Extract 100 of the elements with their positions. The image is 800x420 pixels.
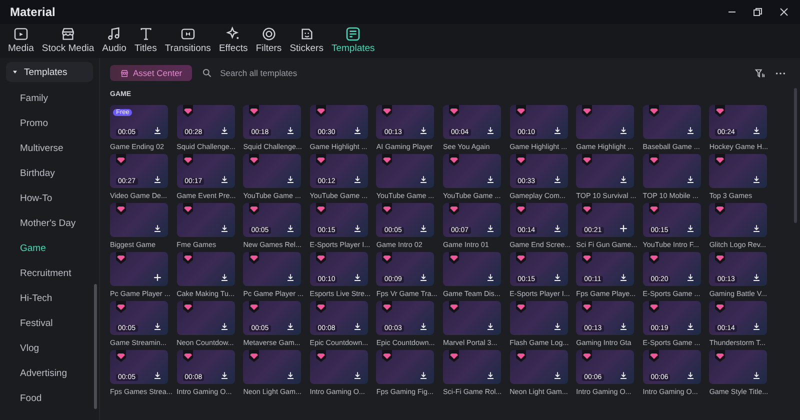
download-icon[interactable] <box>486 126 495 135</box>
template-thumbnail[interactable] <box>442 301 501 335</box>
sidebar-item[interactable]: Hi-Tech <box>6 286 93 311</box>
template-thumbnail[interactable] <box>110 203 168 237</box>
template-thumbnail[interactable] <box>709 203 768 237</box>
template-thumbnail[interactable] <box>376 154 434 188</box>
download-icon[interactable] <box>419 224 428 233</box>
toolbar-tab[interactable]: Audio <box>98 26 130 58</box>
sidebar-item[interactable]: How-To <box>6 186 93 211</box>
template-thumbnail[interactable] <box>243 154 302 188</box>
download-icon[interactable] <box>552 126 562 135</box>
plus-icon[interactable] <box>153 273 162 282</box>
download-icon[interactable] <box>153 371 162 380</box>
plus-icon[interactable] <box>619 224 628 233</box>
download-icon[interactable] <box>752 126 762 135</box>
download-icon[interactable] <box>686 175 695 184</box>
template-thumbnail[interactable] <box>176 252 235 286</box>
download-icon[interactable] <box>752 273 762 282</box>
download-icon[interactable] <box>752 371 762 380</box>
toolbar-tab[interactable]: Templates <box>327 26 379 58</box>
download-icon[interactable] <box>419 273 428 282</box>
download-icon[interactable] <box>686 273 695 282</box>
template-thumbnail[interactable] <box>642 105 701 139</box>
download-icon[interactable] <box>220 273 229 282</box>
download-icon[interactable] <box>153 175 162 184</box>
template-thumbnail[interactable] <box>510 301 568 335</box>
download-icon[interactable] <box>619 273 628 282</box>
download-icon[interactable] <box>619 126 628 135</box>
download-icon[interactable] <box>352 273 362 282</box>
download-icon[interactable] <box>752 224 762 233</box>
template-thumbnail[interactable] <box>243 350 302 384</box>
sidebar-item[interactable]: Mother's Day <box>6 211 93 236</box>
download-icon[interactable] <box>486 224 495 233</box>
download-icon[interactable] <box>153 224 162 233</box>
download-icon[interactable] <box>486 371 495 380</box>
sidebar-item[interactable]: Multiverse <box>6 136 93 161</box>
download-icon[interactable] <box>220 175 229 184</box>
filter-icon[interactable] <box>754 68 765 78</box>
download-icon[interactable] <box>619 371 628 380</box>
asset-center-button[interactable]: Asset Center <box>110 65 192 81</box>
template-thumbnail[interactable] <box>576 154 634 188</box>
template-thumbnail[interactable] <box>709 154 768 188</box>
download-icon[interactable] <box>486 175 495 184</box>
sidebar-item[interactable]: Birthday <box>6 161 93 186</box>
download-icon[interactable] <box>220 371 229 380</box>
download-icon[interactable] <box>619 322 628 331</box>
download-icon[interactable] <box>286 224 296 233</box>
template-thumbnail[interactable] <box>442 252 501 286</box>
close-icon[interactable] <box>778 6 790 18</box>
sidebar-item[interactable]: Family <box>6 86 93 111</box>
download-icon[interactable] <box>419 371 428 380</box>
toolbar-tab[interactable]: Transitions <box>160 26 215 58</box>
download-icon[interactable] <box>686 322 695 331</box>
download-icon[interactable] <box>552 273 562 282</box>
download-icon[interactable] <box>352 224 362 233</box>
sidebar-item[interactable]: Food <box>6 386 93 411</box>
download-icon[interactable] <box>686 126 695 135</box>
download-icon[interactable] <box>486 273 495 282</box>
download-icon[interactable] <box>286 126 296 135</box>
download-icon[interactable] <box>552 322 562 331</box>
download-icon[interactable] <box>352 175 362 184</box>
sidebar-item[interactable]: Advertising <box>6 361 93 386</box>
download-icon[interactable] <box>552 224 562 233</box>
download-icon[interactable] <box>153 126 162 135</box>
download-icon[interactable] <box>352 126 362 135</box>
sidebar-item[interactable]: Festival <box>6 311 93 336</box>
download-icon[interactable] <box>220 322 229 331</box>
template-thumbnail[interactable] <box>442 154 501 188</box>
scrollbar[interactable] <box>794 88 797 223</box>
download-icon[interactable] <box>286 371 296 380</box>
toolbar-tab[interactable]: Filters <box>252 26 286 58</box>
download-icon[interactable] <box>220 224 229 233</box>
toolbar-tab[interactable]: Media <box>4 26 38 58</box>
download-icon[interactable] <box>419 175 428 184</box>
template-thumbnail[interactable] <box>310 350 368 384</box>
download-icon[interactable] <box>752 175 762 184</box>
download-icon[interactable] <box>286 175 296 184</box>
template-thumbnail[interactable] <box>243 252 302 286</box>
download-icon[interactable] <box>552 175 562 184</box>
scrollbar[interactable] <box>94 284 97 409</box>
download-icon[interactable] <box>286 322 296 331</box>
sidebar-item[interactable]: Game <box>6 236 93 261</box>
template-thumbnail[interactable] <box>709 350 768 384</box>
template-thumbnail[interactable] <box>442 350 501 384</box>
template-thumbnail[interactable] <box>176 301 235 335</box>
download-icon[interactable] <box>352 322 362 331</box>
download-icon[interactable] <box>752 322 762 331</box>
template-thumbnail[interactable] <box>510 350 568 384</box>
template-thumbnail[interactable] <box>376 350 434 384</box>
download-icon[interactable] <box>419 126 428 135</box>
template-thumbnail[interactable] <box>642 154 701 188</box>
download-icon[interactable] <box>552 371 562 380</box>
sidebar-item[interactable]: Vlog <box>6 336 93 361</box>
download-icon[interactable] <box>220 126 229 135</box>
sidebar-item[interactable]: Recruitment <box>6 261 93 286</box>
restore-icon[interactable] <box>752 6 764 18</box>
download-icon[interactable] <box>286 273 296 282</box>
toolbar-tab[interactable]: Effects <box>214 26 252 58</box>
sidebar-category[interactable]: Templates <box>6 62 93 82</box>
download-icon[interactable] <box>619 175 628 184</box>
